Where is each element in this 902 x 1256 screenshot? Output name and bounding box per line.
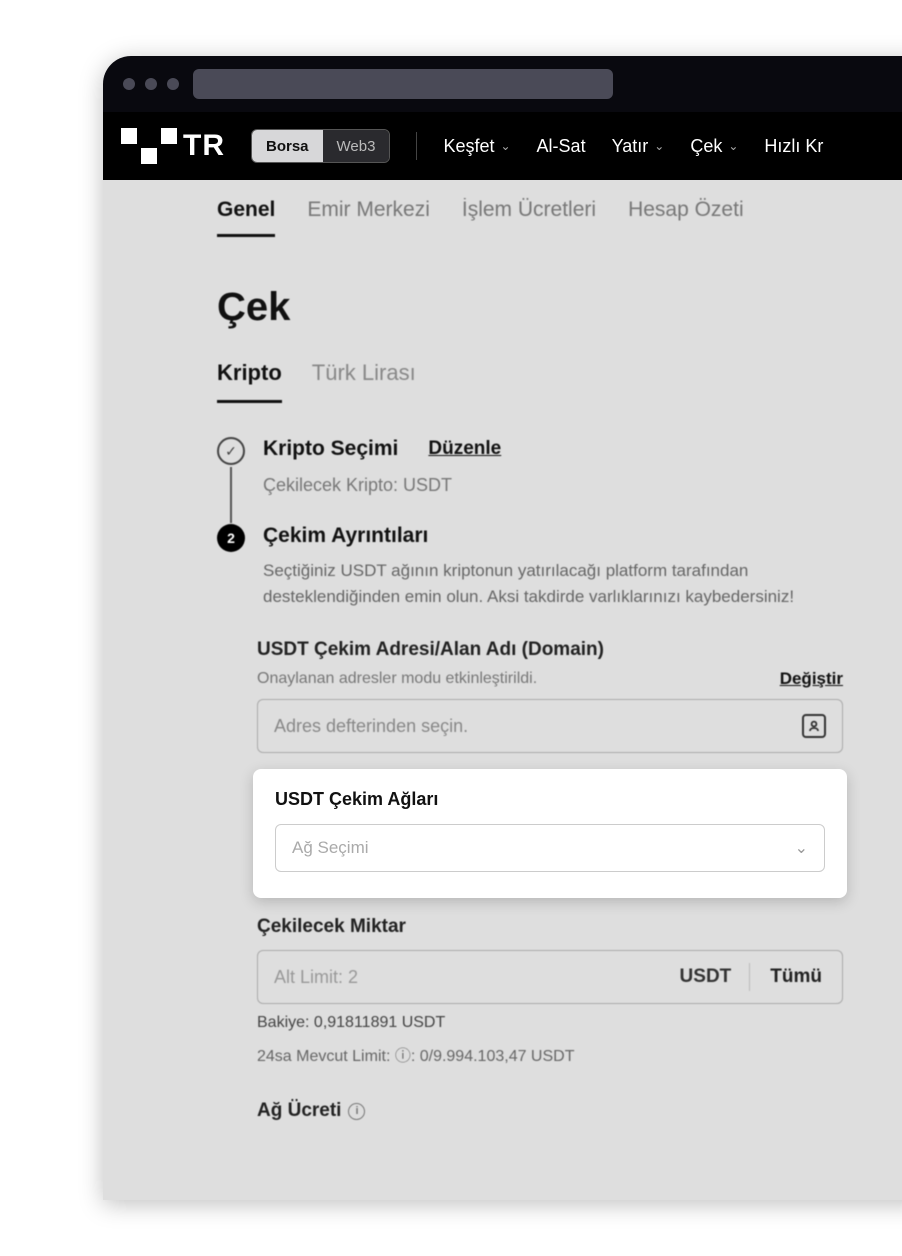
nav-divider bbox=[416, 132, 417, 160]
step-2: 2 Çekim Ayrıntıları Seçtiğiniz USDT ağın… bbox=[217, 524, 902, 609]
address-placeholder: Adres defterinden seçin. bbox=[274, 716, 468, 737]
tab-islem-ucretleri[interactable]: İşlem Ücretleri bbox=[462, 198, 596, 237]
toggle-borsa[interactable]: Borsa bbox=[252, 130, 323, 162]
logo-suffix: TR bbox=[183, 129, 225, 163]
network-fee-label: Ağ Ücreti i bbox=[103, 1066, 902, 1122]
browser-window: TR Borsa Web3 Keşfet⌄ Al-Sat Yatır⌄ Çek⌄… bbox=[103, 56, 902, 1200]
networks-card: USDT Çekim Ağları Ağ Seçimi ⌄ bbox=[253, 769, 847, 898]
step2-number-icon: 2 bbox=[217, 524, 245, 552]
chevron-down-icon: ⌄ bbox=[795, 838, 808, 858]
amount-input[interactable]: Alt Limit: 2 USDT Tümü bbox=[257, 950, 843, 1004]
tab-hesap-ozeti[interactable]: Hesap Özeti bbox=[628, 198, 744, 237]
check-icon: ✓ bbox=[217, 437, 245, 465]
nav-yatir[interactable]: Yatır⌄ bbox=[612, 136, 665, 157]
tab-kripto[interactable]: Kripto bbox=[217, 360, 282, 403]
nav-kesfet[interactable]: Keşfet⌄ bbox=[443, 136, 510, 157]
logo[interactable]: TR bbox=[121, 128, 225, 164]
toggle-web3[interactable]: Web3 bbox=[323, 130, 390, 162]
step2-title: Çekim Ayrıntıları bbox=[263, 524, 823, 548]
tab-turk-lirasi[interactable]: Türk Lirası bbox=[312, 360, 416, 403]
address-input[interactable]: Adres defterinden seçin. bbox=[257, 699, 843, 753]
mode-toggle: Borsa Web3 bbox=[251, 129, 390, 163]
sub-tabs: Genel Emir Merkezi İşlem Ücretleri Hesap… bbox=[103, 198, 902, 237]
window-dot[interactable] bbox=[145, 78, 157, 90]
limit-line: 24sa Mevcut Limit: ⓘ: 0/9.994.103,47 USD… bbox=[257, 1042, 902, 1066]
address-book-icon[interactable] bbox=[802, 714, 826, 738]
amount-section: Çekilecek Miktar Alt Limit: 2 USDT Tümü … bbox=[103, 898, 902, 1066]
info-icon[interactable]: i bbox=[348, 1103, 365, 1120]
balance-line: Bakiye: 0,91811891 USDT bbox=[257, 1014, 902, 1032]
browser-titlebar bbox=[103, 56, 902, 112]
networks-label: USDT Çekim Ağları bbox=[275, 789, 825, 810]
nav-alsat[interactable]: Al-Sat bbox=[537, 136, 586, 157]
step-connector bbox=[230, 467, 232, 523]
chevron-down-icon: ⌄ bbox=[728, 139, 738, 153]
selected-crypto-note: Çekilecek Kripto: USDT bbox=[263, 475, 501, 496]
step-1: ✓ Kripto Seçimi Düzenle Çekilecek Kripto… bbox=[217, 437, 902, 496]
currency-tabs: Kripto Türk Lirası bbox=[103, 330, 902, 403]
nav-hizli[interactable]: Hızlı Kr bbox=[764, 136, 823, 157]
address-label: USDT Çekim Adresi/Alan Adı (Domain) bbox=[257, 639, 902, 661]
window-dot[interactable] bbox=[123, 78, 135, 90]
window-dot[interactable] bbox=[167, 78, 179, 90]
approved-addresses-note: Onaylanan adresler modu etkinleştirildi. bbox=[257, 670, 537, 688]
top-nav: TR Borsa Web3 Keşfet⌄ Al-Sat Yatır⌄ Çek⌄… bbox=[103, 112, 902, 180]
step2-description: Seçtiğiniz USDT ağının kriptonun yatırıl… bbox=[263, 558, 823, 609]
chevron-down-icon: ⌄ bbox=[654, 139, 664, 153]
nav-cek[interactable]: Çek⌄ bbox=[690, 136, 738, 157]
url-bar[interactable] bbox=[193, 69, 613, 99]
amount-placeholder: Alt Limit: 2 bbox=[274, 967, 662, 988]
tab-genel[interactable]: Genel bbox=[217, 198, 275, 237]
logo-icon bbox=[121, 128, 177, 164]
page-title: Çek bbox=[103, 237, 902, 330]
network-placeholder: Ağ Seçimi bbox=[292, 838, 369, 858]
amount-all-button[interactable]: Tümü bbox=[750, 966, 842, 988]
address-section: USDT Çekim Adresi/Alan Adı (Domain) Onay… bbox=[103, 609, 902, 753]
change-address-mode-link[interactable]: Değiştir bbox=[780, 669, 843, 689]
withdraw-stepper: ✓ Kripto Seçimi Düzenle Çekilecek Kripto… bbox=[103, 403, 902, 609]
step1-title: Kripto Seçimi bbox=[263, 437, 398, 461]
network-select[interactable]: Ağ Seçimi ⌄ bbox=[275, 824, 825, 872]
amount-label: Çekilecek Miktar bbox=[257, 916, 902, 938]
tab-emir-merkezi[interactable]: Emir Merkezi bbox=[307, 198, 430, 237]
page-content: Genel Emir Merkezi İşlem Ücretleri Hesap… bbox=[103, 180, 902, 1200]
amount-unit: USDT bbox=[662, 966, 750, 988]
edit-crypto-link[interactable]: Düzenle bbox=[428, 438, 501, 460]
window-controls bbox=[123, 78, 179, 90]
chevron-down-icon: ⌄ bbox=[500, 139, 510, 153]
